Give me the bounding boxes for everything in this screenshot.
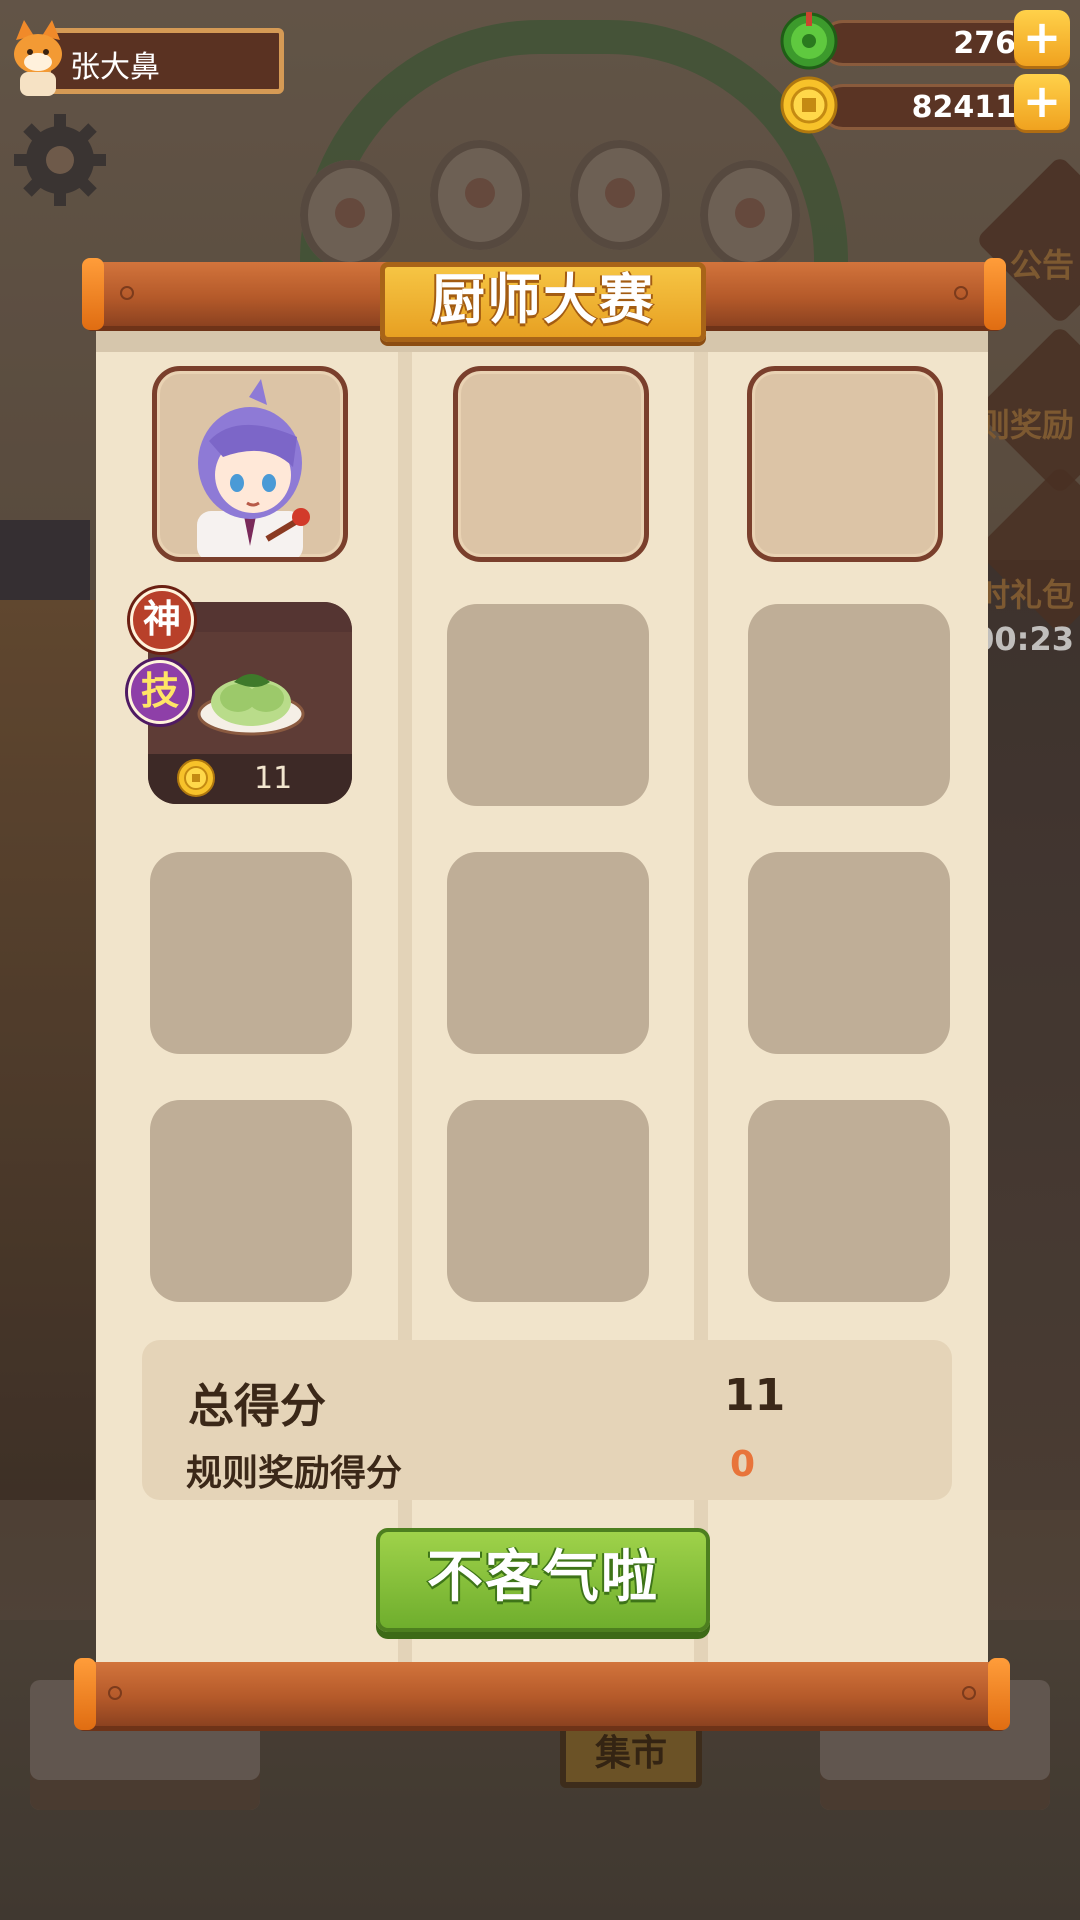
chef-portrait-icon bbox=[197, 379, 310, 557]
fox-avatar-icon bbox=[14, 20, 62, 96]
empty-dish-slot[interactable] bbox=[447, 852, 649, 1054]
chef-slot-2[interactable] bbox=[453, 366, 649, 562]
rod-nail bbox=[120, 286, 134, 300]
skill-badge: 技 bbox=[128, 660, 192, 724]
coin-icon bbox=[780, 76, 838, 134]
empty-dish-slot[interactable] bbox=[447, 604, 649, 806]
coin-icon bbox=[177, 759, 215, 797]
confirm-button-label: 不客气啦 bbox=[427, 1545, 659, 1610]
empty-dish-slot[interactable] bbox=[748, 604, 950, 806]
rod-nail bbox=[954, 286, 968, 300]
settings-gear-icon[interactable] bbox=[10, 110, 110, 210]
dialog-title: 厨师大赛 bbox=[431, 268, 655, 331]
add-coin-button[interactable]: + bbox=[1014, 74, 1070, 130]
god-badge: 神 bbox=[130, 588, 194, 652]
rod-nail bbox=[108, 1686, 122, 1700]
jade-icon bbox=[780, 12, 838, 70]
player-info[interactable]: 张大鼻 bbox=[8, 20, 284, 96]
player-name: 张大鼻 bbox=[70, 50, 160, 85]
cabbage-dish-icon bbox=[197, 674, 305, 736]
empty-dish-slot[interactable] bbox=[748, 852, 950, 1054]
rod-cap bbox=[988, 1658, 1010, 1730]
empty-dish-slot[interactable] bbox=[748, 1100, 950, 1302]
bonus-score-value: 0 bbox=[730, 1444, 756, 1485]
coin-value: 82411 bbox=[911, 90, 1016, 125]
coin-resource: 82411 + bbox=[780, 74, 1070, 136]
empty-dish-slot[interactable] bbox=[447, 1100, 649, 1302]
rod-cap bbox=[82, 258, 104, 330]
total-score-value: 11 bbox=[724, 1370, 786, 1421]
score-summary: 总得分 11 规则奖励得分 0 bbox=[142, 1340, 952, 1500]
rod-nail bbox=[962, 1686, 976, 1700]
rod-cap bbox=[984, 258, 1006, 330]
chef-slot-3[interactable] bbox=[747, 366, 943, 562]
jade-resource: 276 + bbox=[780, 10, 1070, 72]
add-jade-button[interactable]: + bbox=[1014, 10, 1070, 66]
confirm-button[interactable]: 不客气啦 bbox=[376, 1528, 710, 1632]
total-score-label: 总得分 bbox=[188, 1379, 326, 1433]
empty-dish-slot[interactable] bbox=[150, 852, 352, 1054]
dish-coin-count: 11 bbox=[254, 761, 293, 796]
bottom-scroll-rod bbox=[74, 1658, 1010, 1730]
bonus-score-label: 规则奖励得分 bbox=[186, 1453, 403, 1494]
rod-cap bbox=[74, 1658, 96, 1730]
jade-value: 276 bbox=[953, 26, 1016, 61]
empty-dish-slot[interactable] bbox=[150, 1100, 352, 1302]
dialog-title-banner: 厨师大赛 bbox=[380, 262, 706, 342]
chef-slot-1[interactable] bbox=[152, 366, 348, 562]
